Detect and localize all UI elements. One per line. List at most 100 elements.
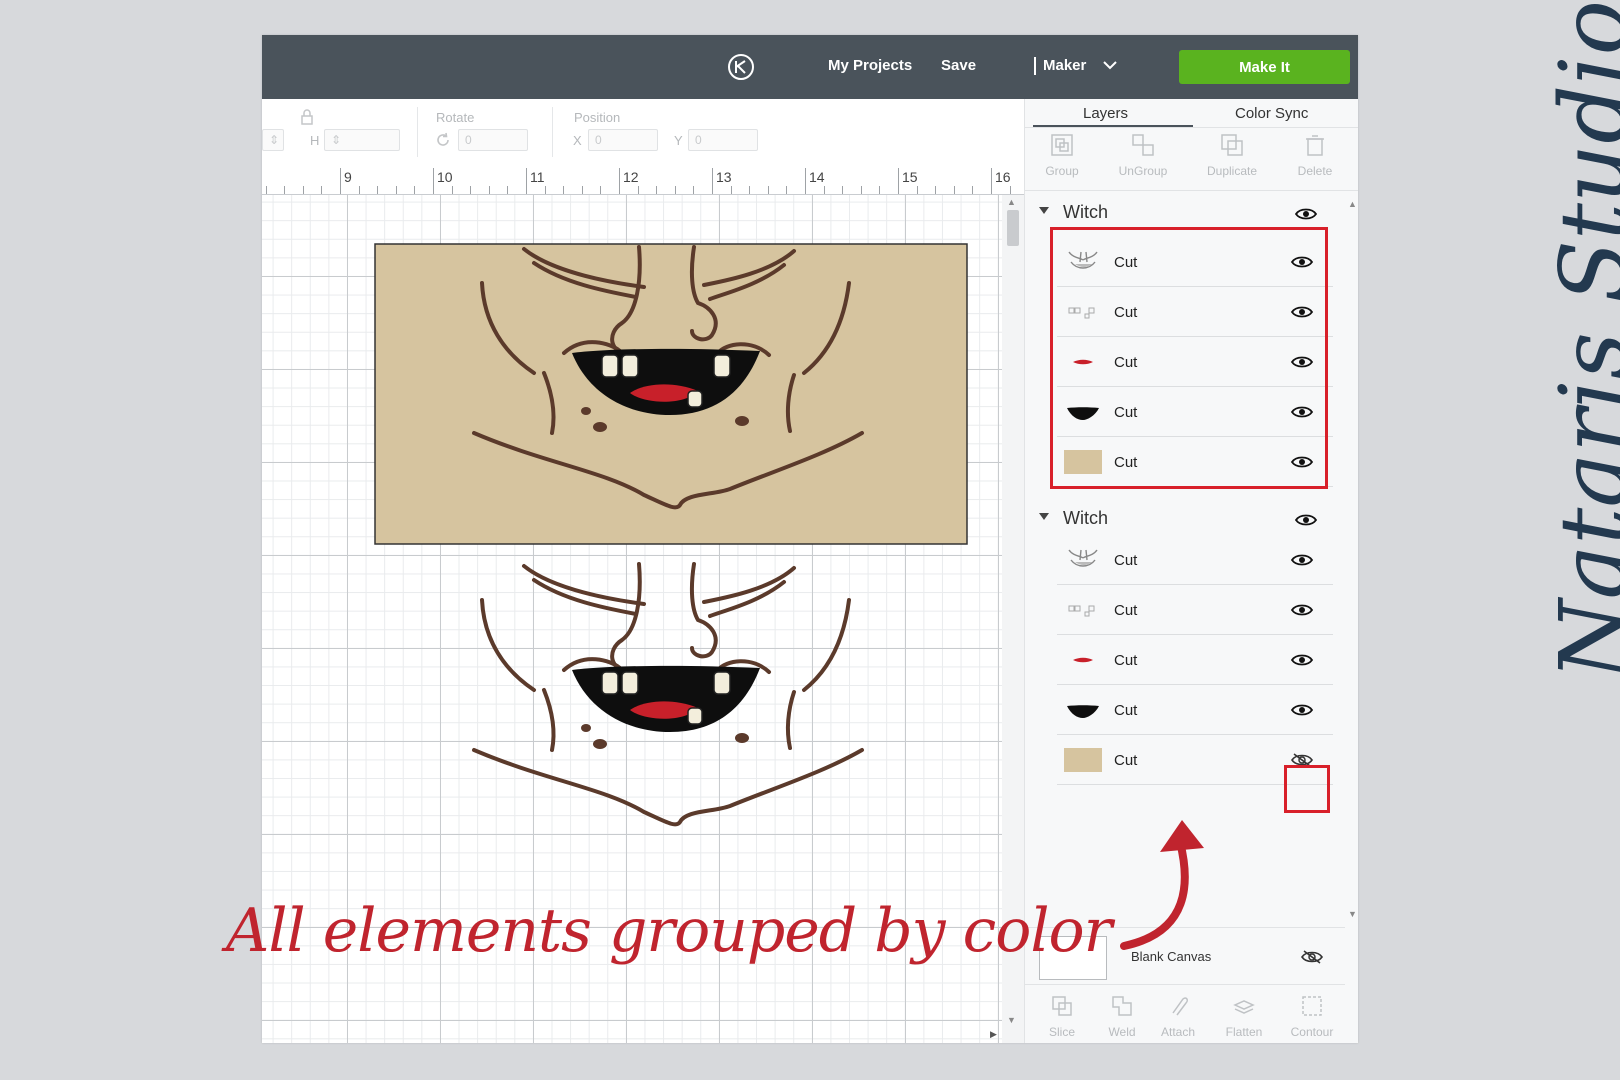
caret-down-icon[interactable] — [1039, 513, 1049, 520]
make-it-button[interactable]: Make It — [1179, 50, 1350, 84]
width-stepper[interactable]: ⇕ — [262, 129, 284, 151]
attach-icon — [1172, 997, 1188, 1016]
layer-row[interactable]: Cut — [1057, 685, 1333, 735]
contour-button[interactable]: Contour — [1281, 993, 1343, 1039]
ruler-tick — [637, 186, 639, 194]
bottom-actions: Slice Weld Attach Flatten Contour — [1025, 989, 1358, 1043]
rotate-field[interactable]: 0 — [458, 129, 528, 151]
ruler-number: 11 — [530, 169, 545, 185]
delete-label: Delete — [1297, 164, 1333, 178]
slice-button[interactable]: Slice — [1031, 993, 1093, 1039]
curved-arrow-icon — [1120, 820, 1204, 950]
scroll-up-arrow[interactable]: ▲ — [1007, 197, 1016, 207]
scroll-up-arrow[interactable]: ▲ — [1348, 199, 1357, 209]
position-x-letter: X — [573, 133, 582, 148]
flatten-button[interactable]: Flatten — [1213, 993, 1275, 1039]
ruler-tick — [693, 186, 695, 194]
tab-layers[interactable]: Layers — [1083, 105, 1128, 122]
position-y-field[interactable]: 0 — [688, 129, 758, 151]
weld-label: Weld — [1108, 1025, 1136, 1039]
height-field[interactable]: ⇕ — [324, 129, 400, 151]
ruler-tick — [972, 186, 974, 194]
layer-group-witch[interactable]: Witch — [1033, 505, 1333, 535]
ruler-tick — [544, 186, 546, 194]
scroll-down-arrow[interactable]: ▼ — [1007, 1015, 1016, 1025]
position-x-field[interactable]: 0 — [588, 129, 658, 151]
ruler-tick — [786, 186, 788, 194]
ruler-tick — [879, 186, 881, 194]
slice-label: Slice — [1048, 1025, 1075, 1039]
layer-row[interactable]: Cut — [1057, 585, 1333, 635]
ruler-tick — [916, 186, 918, 194]
ruler-number: 13 — [716, 169, 732, 185]
layer-row[interactable]: Cut — [1057, 535, 1333, 585]
eye-icon[interactable] — [1291, 703, 1313, 717]
eye-icon[interactable] — [1295, 207, 1317, 221]
highlight-group-box — [1050, 227, 1328, 489]
duplicate-icon — [1221, 134, 1243, 156]
save-link[interactable]: Save — [941, 57, 976, 74]
ruler-tick — [935, 186, 937, 194]
group-icon — [1051, 134, 1073, 156]
ruler-tick — [507, 186, 509, 194]
top-header: My Projects Save Maker Make It — [262, 35, 1358, 99]
scroll-down-arrow[interactable]: ▼ — [1348, 909, 1357, 919]
layer-group-witch[interactable]: Witch — [1033, 199, 1333, 229]
ruler-tick — [377, 186, 379, 194]
ruler-tick — [581, 186, 583, 194]
witch-face-no-skin[interactable] — [374, 560, 968, 828]
duplicate-button[interactable]: Duplicate — [1197, 132, 1267, 178]
ruler-tick — [991, 168, 992, 194]
cricut-logo-icon — [728, 54, 754, 80]
ruler-number: 16 — [995, 169, 1011, 185]
eye-icon[interactable] — [1291, 603, 1313, 617]
layer-actions: Group UnGroup Duplicate Delete — [1025, 127, 1358, 191]
ruler-number: 9 — [344, 169, 352, 185]
flatten-icon — [1233, 1000, 1255, 1014]
contour-icon — [1302, 996, 1322, 1016]
rotate-icon — [437, 132, 449, 146]
caret-down-icon[interactable] — [1039, 207, 1049, 214]
group-button[interactable]: Group — [1037, 132, 1087, 178]
ungroup-button[interactable]: UnGroup — [1111, 132, 1175, 178]
slice-icon — [1052, 996, 1072, 1016]
ungroup-icon — [1132, 134, 1154, 156]
eye-icon[interactable] — [1291, 553, 1313, 567]
layers-scrollbar[interactable]: ▲ ▼ — [1345, 199, 1358, 927]
machine-select[interactable]: Maker — [1043, 57, 1086, 74]
eye-icon[interactable] — [1291, 653, 1313, 667]
ruler-number: 10 — [437, 169, 453, 185]
header-separator — [1034, 57, 1036, 75]
layer-row[interactable]: Cut — [1057, 635, 1333, 685]
attach-button[interactable]: Attach — [1147, 993, 1209, 1039]
ruler-tick — [433, 168, 434, 194]
layer-thumbnail — [1063, 696, 1103, 724]
layer-label: Cut — [1114, 752, 1138, 769]
ruler-tick — [414, 186, 416, 194]
weld-button[interactable]: Weld — [1091, 993, 1153, 1039]
eye-hidden-icon[interactable] — [1301, 950, 1323, 964]
duplicate-label: Duplicate — [1206, 164, 1258, 178]
tab-color-sync[interactable]: Color Sync — [1235, 105, 1308, 122]
chevron-down-icon[interactable] — [1102, 59, 1118, 71]
delete-button[interactable]: Delete — [1287, 132, 1343, 178]
weld-icon — [1112, 996, 1132, 1016]
layer-label: Cut — [1114, 552, 1138, 569]
layer-label: Cut — [1114, 652, 1138, 669]
my-projects-link[interactable]: My Projects — [828, 57, 912, 74]
height-letter: H — [310, 133, 320, 148]
trash-icon — [1306, 135, 1324, 156]
ruler-tick — [600, 186, 602, 194]
attach-label: Attach — [1160, 1025, 1196, 1039]
layer-label: Cut — [1114, 702, 1138, 719]
scroll-right-arrow[interactable]: ▶ — [990, 1029, 997, 1040]
scroll-thumb[interactable] — [1007, 210, 1019, 246]
ruler-tick — [526, 168, 527, 194]
ruler-tick — [265, 186, 267, 194]
lock-icon[interactable] — [300, 109, 314, 125]
ungroup-label: UnGroup — [1118, 164, 1168, 178]
ruler-tick — [563, 186, 565, 194]
ruler-tick — [488, 186, 490, 194]
eye-icon[interactable] — [1295, 513, 1317, 527]
witch-face-colored[interactable] — [374, 243, 968, 545]
